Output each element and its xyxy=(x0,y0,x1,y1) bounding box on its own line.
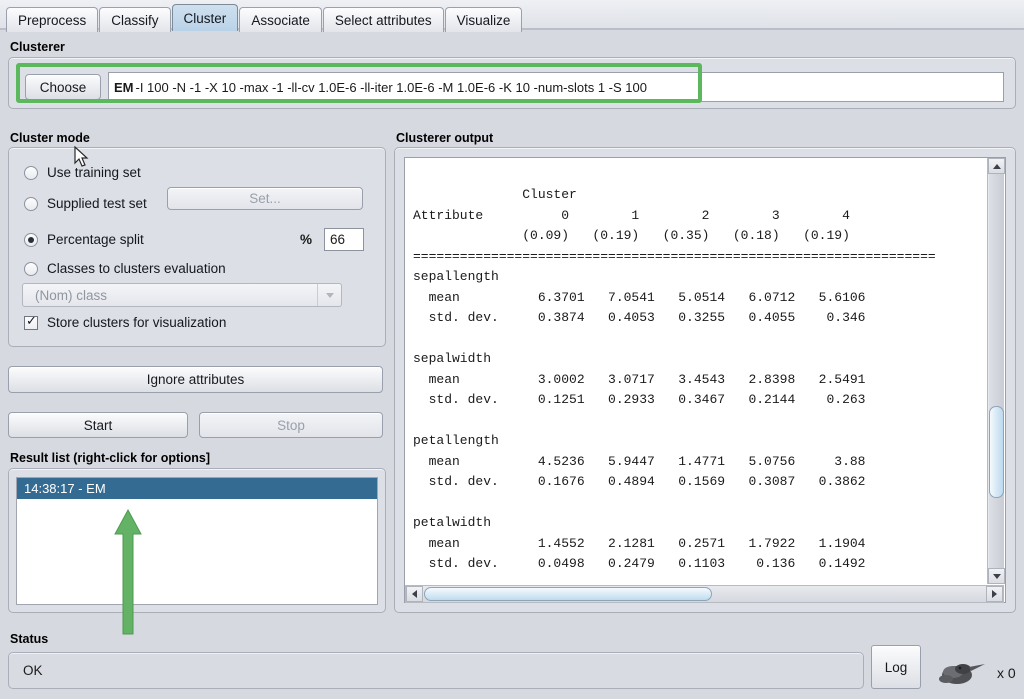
tab-classify[interactable]: Classify xyxy=(99,7,170,32)
tab-bar: Preprocess Classify Cluster Associate Se… xyxy=(0,0,1024,30)
weka-bird-count: x 0 xyxy=(997,665,1016,681)
output-vscrollbar-thumb[interactable] xyxy=(989,406,1004,498)
scroll-right-icon[interactable] xyxy=(986,586,1003,602)
tab-preprocess[interactable]: Preprocess xyxy=(6,7,98,32)
tab-cluster[interactable]: Cluster xyxy=(172,4,239,31)
weka-bird-icon xyxy=(933,658,991,688)
list-item[interactable]: 14:38:17 - EM xyxy=(17,478,377,499)
percent-split-input[interactable]: 66 xyxy=(324,228,364,251)
tab-associate[interactable]: Associate xyxy=(239,7,322,32)
output-horizontal-scrollbar[interactable] xyxy=(405,585,1004,603)
clusterer-output-section-label: Clusterer output xyxy=(396,131,493,145)
radio-percentage-split-label: Percentage split xyxy=(47,232,144,247)
radio-classes-to-clusters[interactable]: Classes to clusters evaluation xyxy=(24,261,226,276)
clusterer-scheme-name: EM xyxy=(114,80,134,95)
scroll-down-icon[interactable] xyxy=(988,568,1005,584)
tab-visualize[interactable]: Visualize xyxy=(445,7,523,32)
checkbox-store-clusters[interactable]: Store clusters for visualization xyxy=(24,315,226,330)
radio-percentage-split-indicator xyxy=(24,233,38,247)
stop-button[interactable]: Stop xyxy=(199,412,383,438)
tab-strip: Preprocess Classify Cluster Associate Se… xyxy=(0,0,1024,30)
choose-button[interactable]: Choose xyxy=(25,74,101,100)
clusterer-output-text: Cluster Attribute 0 1 2 3 4 (0.09) (0.19… xyxy=(413,185,936,575)
radio-use-training-set-label: Use training set xyxy=(47,165,141,180)
result-list[interactable]: 14:38:17 - EM xyxy=(16,477,378,605)
radio-percentage-split[interactable]: Percentage split xyxy=(24,232,144,247)
radio-classes-to-clusters-indicator xyxy=(24,262,38,276)
radio-supplied-test-set-label: Supplied test set xyxy=(47,196,147,211)
scroll-up-icon[interactable] xyxy=(988,158,1005,174)
status-message: OK xyxy=(8,652,864,689)
output-hscrollbar-thumb[interactable] xyxy=(424,587,712,601)
output-vertical-scrollbar[interactable] xyxy=(987,158,1004,584)
radio-classes-to-clusters-label: Classes to clusters evaluation xyxy=(47,261,226,276)
chevron-down-icon xyxy=(317,284,341,306)
log-button[interactable]: Log xyxy=(871,645,921,689)
checkbox-store-clusters-indicator xyxy=(24,316,38,330)
class-attribute-select[interactable]: (Nom) class xyxy=(22,283,342,307)
output-vscrollbar-track[interactable] xyxy=(989,174,1004,568)
checkbox-store-clusters-label: Store clusters for visualization xyxy=(47,315,226,330)
result-list-section-label: Result list (right-click for options] xyxy=(10,451,210,465)
clusterer-section-label: Clusterer xyxy=(10,40,65,54)
radio-use-training-set[interactable]: Use training set xyxy=(24,165,141,180)
cluster-mode-section-label: Cluster mode xyxy=(10,131,90,145)
radio-supplied-test-set[interactable]: Supplied test set xyxy=(24,196,147,211)
ignore-attributes-button[interactable]: Ignore attributes xyxy=(8,366,383,393)
clusterer-scheme-options: -I 100 -N -1 -X 10 -max -1 -ll-cv 1.0E-6… xyxy=(136,80,648,95)
radio-supplied-test-set-indicator xyxy=(24,197,38,211)
percent-symbol: % xyxy=(300,232,312,247)
start-button[interactable]: Start xyxy=(8,412,188,438)
set-test-set-button[interactable]: Set... xyxy=(167,187,363,210)
tab-select-attributes[interactable]: Select attributes xyxy=(323,7,444,32)
scroll-left-icon[interactable] xyxy=(406,586,423,602)
clusterer-command-line[interactable]: EM-I 100 -N -1 -X 10 -max -1 -ll-cv 1.0E… xyxy=(108,72,1004,102)
status-section-label: Status xyxy=(10,632,48,646)
radio-use-training-set-indicator xyxy=(24,166,38,180)
clusterer-output-textarea[interactable]: Cluster Attribute 0 1 2 3 4 (0.09) (0.19… xyxy=(404,157,1006,603)
class-attribute-select-value: (Nom) class xyxy=(35,288,107,303)
